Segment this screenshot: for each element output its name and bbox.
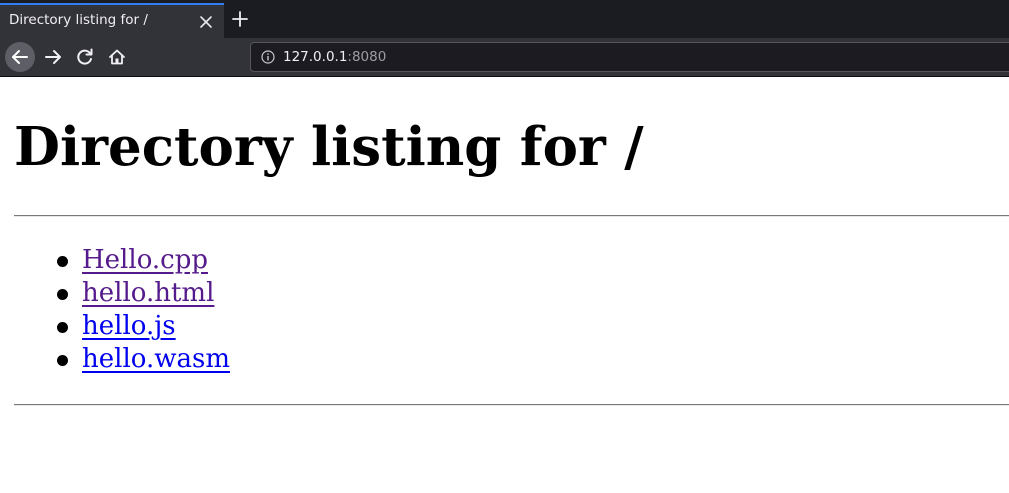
- url-text[interactable]: 127.0.0.1:8080: [283, 49, 386, 65]
- url-port: :8080: [347, 49, 387, 65]
- reload-icon[interactable]: [70, 42, 100, 72]
- bullet-icon: [57, 256, 68, 267]
- close-icon[interactable]: [199, 15, 213, 29]
- home-icon[interactable]: [102, 42, 132, 72]
- file-link-hello-js[interactable]: hello.js: [82, 310, 176, 343]
- back-arrow-icon[interactable]: [5, 42, 35, 72]
- url-host: 127.0.0.1: [283, 49, 348, 65]
- plus-icon[interactable]: [231, 10, 249, 28]
- tab-title: Directory listing for /: [9, 12, 148, 28]
- file-link-hello-html[interactable]: hello.html: [82, 277, 214, 310]
- page-heading: Directory listing for /: [14, 116, 644, 178]
- info-icon[interactable]: [261, 50, 275, 64]
- horizontal-rule-bottom: [14, 404, 1009, 406]
- horizontal-rule-top: [14, 215, 1009, 217]
- tab-strip: Directory listing for /: [0, 0, 1009, 38]
- file-link-hello-wasm[interactable]: hello.wasm: [82, 343, 230, 376]
- navigation-toolbar: 127.0.0.1:8080: [0, 38, 1009, 76]
- forward-arrow-icon[interactable]: [38, 42, 68, 72]
- page-content: Directory listing for / Hello.cpp hello.…: [0, 77, 1009, 493]
- address-bar[interactable]: 127.0.0.1:8080: [250, 42, 1009, 72]
- tab-active[interactable]: Directory listing for /: [0, 3, 224, 38]
- file-link-hello-cpp[interactable]: Hello.cpp: [82, 244, 208, 277]
- bullet-icon: [57, 355, 68, 366]
- bullet-icon: [57, 322, 68, 333]
- bullet-icon: [57, 289, 68, 300]
